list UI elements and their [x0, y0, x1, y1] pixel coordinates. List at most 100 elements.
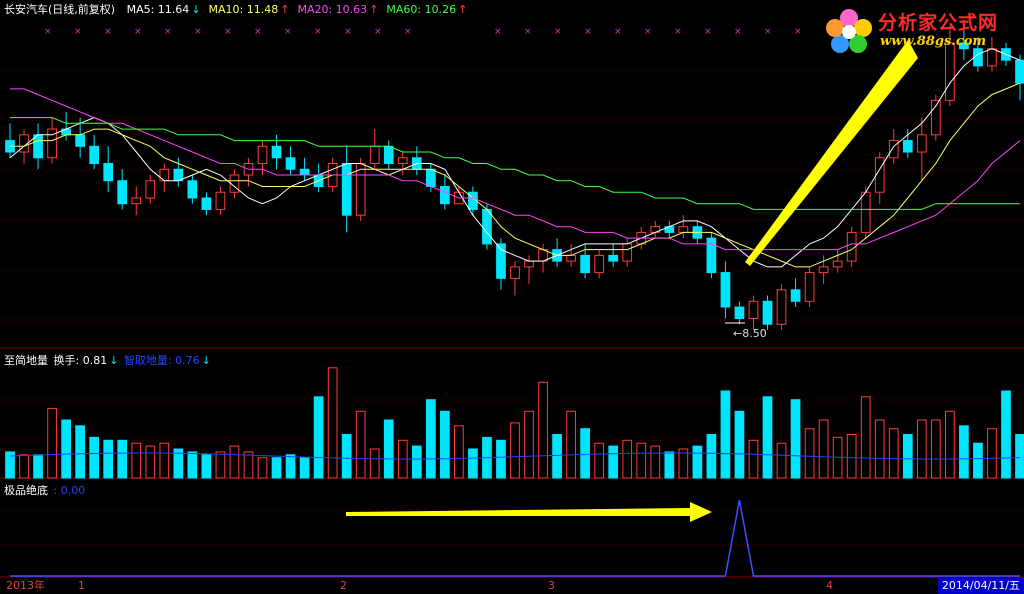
volume-bar-3 — [47, 407, 57, 479]
dot-marker-10: × — [344, 27, 352, 37]
volume-bar-35 — [496, 439, 506, 479]
candle-body-54 — [762, 300, 773, 325]
dot-marker-5: × — [194, 27, 202, 37]
volume-bar-69 — [973, 442, 983, 479]
window-title: 长安汽车(日线,前复权) — [4, 3, 116, 16]
volume-bar-68 — [959, 425, 969, 479]
logo-url: www.88gs.com — [880, 34, 987, 49]
volume-bar-27 — [383, 419, 394, 479]
candle-body-13 — [187, 180, 198, 199]
volume-bar-67 — [945, 410, 955, 479]
stock-chart-svg: × × × × × × × × × × × × × × × × × × × × × × × × — [0, 20, 1024, 578]
logo-name: 分析家公式网 — [878, 12, 999, 34]
volume-bar-64 — [902, 434, 913, 479]
volume-bar-9 — [131, 442, 142, 479]
dot-marker-19: × — [674, 27, 682, 37]
candle-body-11 — [159, 168, 170, 182]
volume-bar-23 — [327, 367, 338, 479]
dot-marker-18: × — [644, 27, 652, 37]
candle-body-25 — [355, 163, 366, 216]
candle-body-43 — [608, 254, 619, 262]
volume-bar-2 — [33, 454, 43, 479]
candle-body-31 — [440, 185, 450, 205]
candle-body-51 — [720, 272, 731, 308]
volume-bar-37 — [524, 410, 534, 479]
signal-arrow-icon — [346, 502, 712, 522]
candle-body-20 — [285, 157, 296, 170]
candle-body-64 — [902, 140, 913, 153]
current-date: 2014/04/11/五 — [937, 578, 1024, 594]
ma-legend-arrow-0: ↓ — [191, 3, 201, 16]
candle-body-8 — [117, 180, 128, 205]
volume-bar-36 — [510, 422, 520, 479]
volume-bar-24 — [341, 434, 352, 479]
candle-body-34 — [482, 208, 492, 245]
chart-window: { "window_title": "长安汽车(日线,前复权)", "ma_le… — [0, 0, 1024, 594]
candle-body-7 — [103, 163, 114, 182]
candle-body-37 — [524, 260, 534, 268]
volume-bar-15 — [215, 451, 226, 479]
volume-bar-52 — [734, 410, 745, 479]
volume-bar-18 — [257, 457, 268, 479]
x-axis: 2013年 1 2 3 4 2014/04/11/五 — [0, 578, 1024, 594]
dot-marker-13: × — [494, 27, 502, 37]
volume-bar-31 — [440, 410, 450, 479]
volume-bar-25 — [355, 410, 366, 479]
moving-averages — [9, 48, 1021, 268]
ma-legend-item-3: MA60: 10.26 — [386, 3, 457, 16]
logo: 分析家公式网 www.88gs.com — [820, 4, 1020, 56]
dot-marker-22: × — [764, 27, 772, 37]
ma-legend-item-0: MA5: 11.64 — [126, 3, 190, 16]
ma-legend-arrow-1: ↑ — [280, 3, 290, 16]
volume-bar-47 — [664, 451, 675, 479]
candle-body-48 — [678, 226, 689, 233]
dot-marker-2: × — [104, 27, 112, 37]
candle-body-21 — [299, 168, 310, 176]
volume-bar-40 — [566, 410, 576, 479]
candle-body-44 — [622, 243, 633, 262]
volume-bar-54 — [762, 396, 773, 479]
volume-bar-42 — [594, 442, 605, 479]
dot-marker-23: × — [794, 27, 802, 37]
candle-body-52 — [734, 306, 745, 320]
signal-value: : 0.00 — [53, 484, 86, 497]
ma-line-ma5 — [9, 48, 1021, 268]
volume-bars — [5, 367, 1024, 479]
volume-bar-17 — [243, 451, 254, 479]
candle-body-14 — [201, 197, 212, 210]
candle-body-61 — [860, 191, 871, 233]
indicator-label: 智取地量: 0.76 — [123, 354, 200, 367]
volume-bar-6 — [89, 436, 100, 479]
dot-marker-17: × — [614, 27, 622, 37]
candle-body-26 — [369, 145, 380, 165]
volume-bar-13 — [187, 451, 198, 479]
candle-body-65 — [916, 134, 927, 153]
dot-marker-7: × — [254, 27, 262, 37]
volume-bar-53 — [748, 439, 759, 479]
ma-legend-item-1: MA10: 11.48 — [208, 3, 279, 16]
x-label-month-1: 1 — [78, 579, 85, 592]
volume-bar-11 — [159, 442, 170, 479]
dot-marker-11: × — [374, 27, 382, 37]
volume-bar-71 — [1001, 390, 1011, 479]
volume-bar-41 — [580, 428, 590, 479]
candle-body-50 — [706, 237, 717, 274]
volume-bar-19 — [271, 457, 282, 479]
volume-bar-5 — [75, 425, 85, 479]
candle-body-15 — [215, 191, 226, 210]
volume-bar-14 — [201, 454, 212, 479]
low-price-label: ←8.50 — [733, 327, 767, 340]
volume-bar-43 — [608, 445, 619, 479]
volume-bar-10 — [145, 445, 156, 479]
volume-bar-63 — [888, 428, 899, 479]
candle-body-59 — [832, 260, 843, 268]
ma-legend-item-2: MA20: 10.63 — [297, 3, 368, 16]
volume-bar-65 — [916, 419, 927, 479]
candle-body-56 — [790, 289, 801, 302]
volume-bar-21 — [299, 457, 310, 479]
flower-logo-icon — [826, 9, 872, 53]
dot-marker-14: × — [524, 27, 532, 37]
x-label-month-4: 4 — [826, 579, 833, 592]
volume-bar-4 — [61, 419, 71, 479]
volume-bar-46 — [650, 445, 661, 479]
